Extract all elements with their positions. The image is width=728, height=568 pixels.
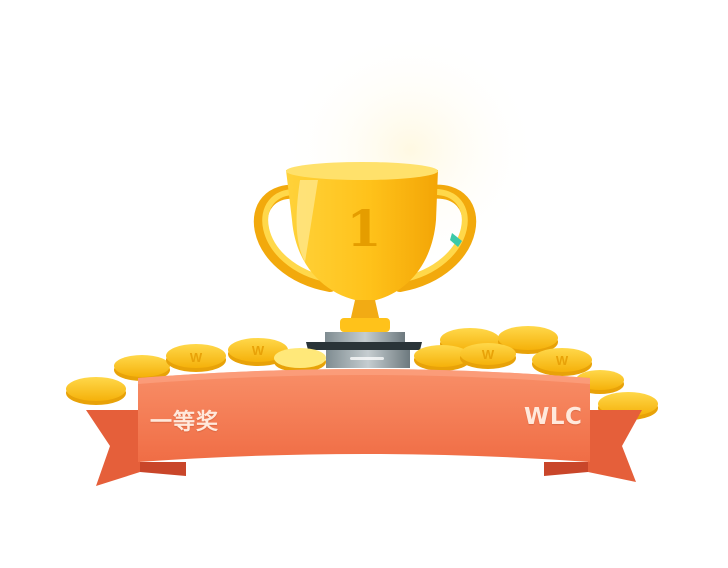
prize-label: 一等奖	[150, 410, 220, 435]
coin-mark: W	[482, 347, 495, 362]
coin-mark: W	[556, 353, 569, 368]
coin-mark: W	[190, 350, 203, 365]
brand-label: WLC	[524, 404, 583, 430]
trophy-icon: 1	[253, 162, 477, 368]
trophy-rank-number: 1	[347, 199, 382, 258]
coin-mark: W	[252, 343, 265, 358]
award-illustration: 1 W W W W	[66, 30, 658, 486]
